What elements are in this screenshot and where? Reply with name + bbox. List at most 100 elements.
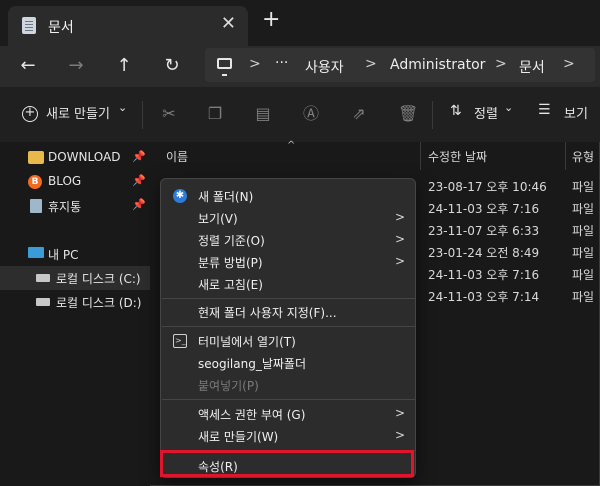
view-button[interactable]: ☰ 보기	[536, 97, 600, 131]
view-list-icon: ☰	[538, 102, 551, 118]
menu-separator	[162, 399, 416, 400]
menu-item-sort-by[interactable]: 정렬 기준(O) >	[161, 229, 417, 251]
column-header-type[interactable]: 유형	[572, 148, 594, 176]
table-row[interactable]: 23-08-17 오후 10:46 파일	[420, 178, 600, 200]
chevron-right-icon: >	[394, 428, 405, 442]
modified-date: 24-11-03 오후 7:16	[428, 268, 540, 282]
modified-date: 23-11-07 오후 6:33	[428, 224, 540, 238]
navigation-bar: ← → ↑ ↻ > ··· 사용자 > Administrator > 문서 >	[0, 46, 600, 86]
breadcrumb-administrator[interactable]: Administrator	[390, 57, 485, 73]
file-type: 파일	[572, 268, 595, 282]
menu-separator	[162, 326, 416, 327]
table-row[interactable]: 24-11-03 오후 7:16 파일	[420, 200, 600, 222]
table-row[interactable]: 24-11-03 오후 7:16 파일	[420, 266, 600, 288]
view-label: 보기	[564, 107, 588, 122]
modified-date: 24-11-03 오후 7:16	[428, 202, 540, 216]
chevron-right-icon: >	[394, 210, 405, 224]
menu-item-label: 붙여넣기(P)	[198, 379, 259, 393]
modified-date: 24-11-03 오후 7:14	[428, 290, 540, 304]
menu-item-label: 액세스 권한 부여 (G)	[198, 408, 306, 422]
table-row[interactable]: 23-01-24 오전 8:49 파일	[420, 244, 600, 266]
breadcrumb-users[interactable]: 사용자	[305, 57, 344, 77]
modified-date: 23-01-24 오전 8:49	[428, 246, 540, 260]
sidebar-item-label: 로컬 디스크 (C:)	[56, 272, 141, 286]
sidebar-item-recycle-bin[interactable]: 휴지통 📌	[0, 194, 150, 218]
column-divider[interactable]	[420, 142, 421, 170]
breadcrumb-more[interactable]: ···	[275, 55, 288, 71]
refresh-button[interactable]: ↻	[160, 54, 184, 78]
sidebar-item-label: DOWNLOAD	[48, 150, 121, 164]
table-row[interactable]: 24-11-03 오후 7:14 파일	[420, 288, 600, 310]
new-button-label: 새로 만들기	[46, 107, 110, 122]
back-button[interactable]: ←	[16, 54, 40, 78]
chevron-down-icon: ⌄	[118, 101, 128, 114]
rename-icon[interactable]: Ⓐ	[302, 105, 320, 123]
sort-ascending-icon: ^	[287, 140, 296, 151]
file-type: 파일	[572, 180, 595, 194]
sidebar-item-drive-c[interactable]: 로컬 디스크 (C:)	[0, 266, 150, 290]
menu-item-refresh[interactable]: 새로 고침(E)	[161, 273, 417, 295]
sidebar-item-label: 로컬 디스크 (D:)	[56, 296, 142, 310]
sidebar-item-this-pc[interactable]: 내 PC	[0, 242, 150, 266]
drive-icon	[36, 274, 50, 282]
menu-item-give-access[interactable]: 액세스 권한 부여 (G) >	[161, 403, 417, 425]
plus-circle-icon: +	[22, 106, 38, 122]
up-button[interactable]: ↑	[112, 54, 136, 78]
tab-documents[interactable]: 문서 ✕	[8, 6, 248, 46]
menu-item-open-terminal[interactable]: >_ 터미널에서 열기(T)	[161, 330, 417, 352]
menu-item-paste: 붙여넣기(P)	[161, 374, 417, 396]
menu-item-new-folder[interactable]: ✱ 새 폴더(N)	[161, 185, 417, 207]
new-tab-button[interactable]: +	[262, 9, 280, 31]
chevron-right-icon: >	[394, 406, 405, 420]
menu-item-label: seogilang_날짜폴더	[198, 357, 306, 371]
cut-icon[interactable]: ✂	[160, 105, 178, 123]
sort-icon: ⇅	[450, 103, 462, 119]
new-folder-icon: ✱	[173, 189, 187, 203]
delete-icon[interactable]: 🗑	[398, 105, 418, 123]
sidebar-item-blog[interactable]: B BLOG 📌	[0, 170, 150, 194]
menu-item-label: 정렬 기준(O)	[198, 234, 265, 248]
file-type: 파일	[572, 224, 595, 238]
chevron-right-icon: >	[394, 254, 405, 268]
paste-icon[interactable]: ▤	[254, 105, 272, 123]
menu-item-group-by[interactable]: 분류 방법(P) >	[161, 251, 417, 273]
drive-icon	[36, 298, 50, 306]
breadcrumb-documents[interactable]: 문서	[519, 57, 545, 77]
column-divider[interactable]	[565, 142, 566, 170]
context-menu: ✱ 새 폴더(N) 보기(V) > 정렬 기준(O) > 분류 방법(P) > …	[160, 178, 416, 478]
pin-icon: 📌	[132, 150, 146, 163]
command-bar: + 새로 만들기 ⌄ ✂ ❐ ▤ Ⓐ ⇗ 🗑 ⇅ 정렬 ⌄ ☰ 보기	[0, 86, 600, 142]
menu-item-view[interactable]: 보기(V) >	[161, 207, 417, 229]
new-button[interactable]: + 새로 만들기 ⌄	[18, 97, 130, 131]
forward-button[interactable]: →	[64, 54, 88, 78]
close-tab-icon[interactable]: ✕	[221, 14, 236, 34]
pc-icon	[28, 247, 44, 258]
breadcrumb-separator: >	[563, 56, 575, 72]
modified-date: 23-08-17 오후 10:46	[428, 180, 547, 194]
menu-item-customize-folder[interactable]: 현재 폴더 사용자 지정(F)...	[161, 301, 417, 323]
pin-icon: 📌	[132, 174, 146, 187]
menu-item-new[interactable]: 새로 만들기(W) >	[161, 425, 417, 447]
sidebar-item-drive-d[interactable]: 로컬 디스크 (D:)	[0, 290, 150, 314]
address-bar[interactable]: > ··· 사용자 > Administrator > 문서 >	[205, 48, 595, 82]
sort-button[interactable]: ⇅ 정렬 ⌄	[448, 97, 520, 131]
sidebar-item-download[interactable]: DOWNLOAD 📌	[0, 146, 150, 170]
menu-item-label: 새로 고침(E)	[198, 278, 263, 292]
menu-item-label: 새로 만들기(W)	[198, 430, 279, 444]
share-icon[interactable]: ⇗	[350, 105, 368, 123]
folder-icon	[28, 151, 44, 164]
breadcrumb-separator: >	[365, 56, 377, 72]
pc-icon	[217, 58, 232, 76]
menu-item-label: 분류 방법(P)	[198, 256, 263, 270]
column-header-modified[interactable]: 수정한 날짜	[428, 148, 487, 176]
chevron-down-icon: ⌄	[504, 101, 514, 114]
copy-icon[interactable]: ❐	[206, 105, 224, 123]
sidebar-item-label: 내 PC	[48, 248, 79, 262]
divider	[432, 101, 433, 129]
menu-item-label: 현재 폴더 사용자 지정(F)...	[198, 306, 337, 320]
table-row[interactable]: 23-11-07 오후 6:33 파일	[420, 222, 600, 244]
document-icon	[22, 17, 36, 34]
menu-item-seogilang-date-folder[interactable]: seogilang_날짜폴더	[161, 352, 417, 374]
file-type: 파일	[572, 290, 595, 304]
column-header-name[interactable]: 이름	[166, 148, 188, 176]
